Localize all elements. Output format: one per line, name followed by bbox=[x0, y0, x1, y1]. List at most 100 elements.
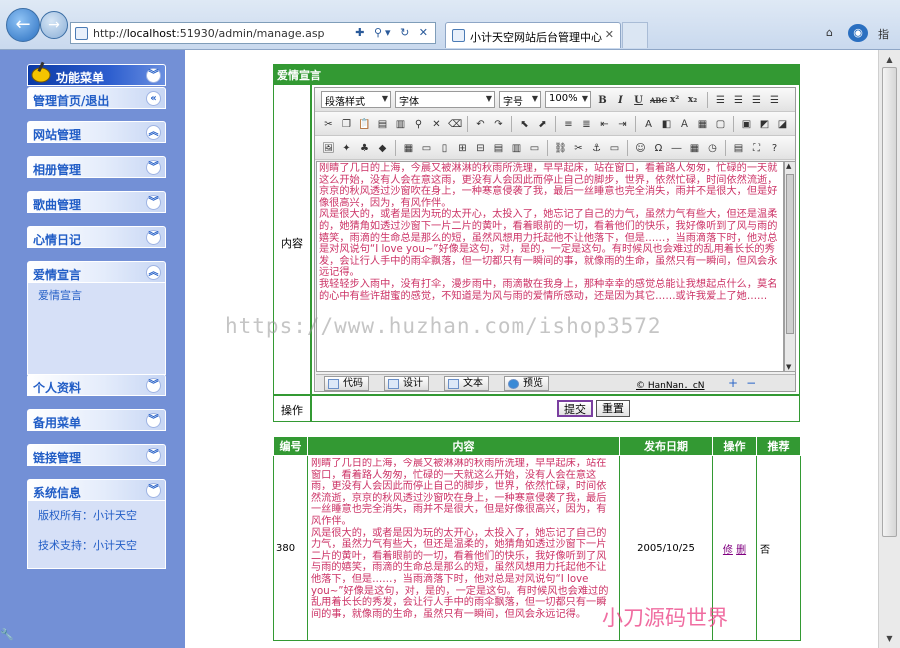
redo-icon[interactable]: ↷ bbox=[491, 116, 506, 131]
cut-icon[interactable]: ✂ bbox=[321, 116, 336, 131]
mode-design-button[interactable]: 设计 bbox=[384, 376, 429, 391]
eraser-icon[interactable]: ⌫ bbox=[447, 116, 462, 131]
align-left-icon[interactable]: ☰ bbox=[713, 92, 728, 107]
sidebar-section-songs[interactable]: 歌曲管理 ︾ bbox=[27, 191, 166, 213]
feeds-icon[interactable]: ◉ bbox=[848, 24, 868, 42]
editor-content[interactable]: 刚睛了几日的上海，今晨又被淋淋的秋雨所洗理，早早起床，站在窗口，看着路人匆匆，忙… bbox=[316, 161, 784, 372]
sidebar-section-love[interactable]: 爱情宣言 ︽ 爱情宣言 bbox=[27, 261, 166, 375]
fullscreen-icon[interactable]: ⛶ bbox=[749, 140, 764, 155]
address-bar[interactable]: http://localhost:51930/admin/manage.asp … bbox=[70, 22, 436, 44]
reset-button[interactable]: 重置 bbox=[596, 400, 630, 417]
font-size-select[interactable]: 字号 bbox=[499, 91, 541, 108]
page-scroll-thumb[interactable] bbox=[882, 67, 897, 537]
delete-icon[interactable]: ✕ bbox=[429, 116, 444, 131]
sidebar-item-love[interactable]: 爱情宣言 bbox=[28, 283, 165, 309]
submit-button[interactable]: 提交 bbox=[557, 400, 593, 417]
indent-icon[interactable]: ⇥ bbox=[615, 116, 630, 131]
chevron-down-icon[interactable]: ︾ bbox=[146, 413, 161, 428]
chevron-down-icon[interactable]: ︾ bbox=[146, 483, 161, 498]
ordered-list-icon[interactable]: ≡ bbox=[561, 116, 576, 131]
horizontal-rule-icon[interactable]: ― bbox=[669, 140, 684, 155]
chevron-left-icon[interactable]: « bbox=[146, 91, 161, 106]
bold-text-icon[interactable]: Ａ bbox=[677, 116, 692, 131]
scroll-down-icon[interactable]: ▼ bbox=[883, 632, 896, 645]
scroll-up-icon[interactable]: ▲ bbox=[883, 53, 896, 66]
undo-icon[interactable]: ↶ bbox=[473, 116, 488, 131]
italic-button[interactable]: I bbox=[613, 92, 628, 107]
sidebar-section-sysinfo[interactable]: 系统信息 ︾ 版权所有：小计天空 技术支持：小计天空 bbox=[27, 479, 166, 569]
select-all-icon[interactable]: ⬉ bbox=[517, 116, 532, 131]
bold-button[interactable]: B bbox=[595, 92, 610, 107]
strikethrough-button[interactable]: ABC bbox=[649, 92, 667, 107]
font-select[interactable]: 字体 bbox=[395, 91, 495, 108]
superscript-button[interactable]: x² bbox=[667, 92, 682, 107]
time-icon[interactable]: ◷ bbox=[705, 140, 720, 155]
special-char-icon[interactable]: Ω bbox=[651, 140, 666, 155]
paste-icon[interactable]: 📋 bbox=[357, 116, 372, 131]
split-cells-icon[interactable]: ⊟ bbox=[473, 140, 488, 155]
chevron-up-icon[interactable]: ︽ bbox=[146, 125, 161, 140]
help-icon[interactable]: ? bbox=[767, 140, 782, 155]
edit-link[interactable]: 修 bbox=[723, 545, 733, 556]
copy-icon[interactable]: ❐ bbox=[339, 116, 354, 131]
subscript-button[interactable]: x₂ bbox=[685, 92, 700, 107]
chevron-down-icon[interactable]: ︾ bbox=[146, 195, 161, 210]
insert-file-icon[interactable]: ◆ bbox=[375, 140, 390, 155]
sidebar-section-spare[interactable]: 备用菜单 ︾ bbox=[27, 409, 166, 431]
absolute-position-icon[interactable]: ▣ bbox=[739, 116, 754, 131]
chevron-down-icon[interactable]: ︾ bbox=[146, 160, 161, 175]
mode-code-button[interactable]: 代码 bbox=[324, 376, 369, 391]
insert-image-icon[interactable]: 🖼 bbox=[321, 140, 336, 155]
emoticon-icon[interactable]: ☺ bbox=[633, 140, 648, 155]
date-icon[interactable]: ▦ bbox=[687, 140, 702, 155]
find-icon[interactable]: ⚲ bbox=[411, 116, 426, 131]
paste-text-icon[interactable]: ▤ bbox=[375, 116, 390, 131]
editor-credit-link[interactable]: © HanNan．cN bbox=[636, 378, 705, 391]
align-justify-icon[interactable]: ☰ bbox=[767, 92, 782, 107]
new-tab-button[interactable] bbox=[622, 22, 648, 48]
command-label[interactable]: 指 bbox=[878, 26, 889, 42]
border-icon[interactable]: ▢ bbox=[713, 116, 728, 131]
insert-column-icon[interactable]: ▯ bbox=[437, 140, 452, 155]
sidebar-section-profile[interactable]: 个人资料 ︾ bbox=[27, 374, 166, 396]
insert-table-icon[interactable]: ▦ bbox=[401, 140, 416, 155]
tab-close-icon[interactable]: ✕ bbox=[605, 28, 614, 41]
back-button[interactable]: ← bbox=[6, 8, 40, 42]
merge-cells-icon[interactable]: ⊞ bbox=[455, 140, 470, 155]
editor-scroll-thumb[interactable] bbox=[786, 174, 794, 334]
marquee-icon[interactable]: ▭ bbox=[607, 140, 622, 155]
layer-forward-icon[interactable]: ◩ bbox=[757, 116, 772, 131]
align-right-icon[interactable]: ☰ bbox=[749, 92, 764, 107]
anchor-icon[interactable]: ⚓ bbox=[589, 140, 604, 155]
outdent-icon[interactable]: ⇤ bbox=[597, 116, 612, 131]
unselect-icon[interactable]: ⬈ bbox=[535, 116, 550, 131]
page-scrollbar[interactable]: ▲ ▼ bbox=[878, 50, 900, 648]
insert-form-icon[interactable]: ▭ bbox=[527, 140, 542, 155]
paste-word-icon[interactable]: ▥ bbox=[393, 116, 408, 131]
background-color-icon[interactable]: ◧ bbox=[659, 116, 674, 131]
zoom-select[interactable]: 100% bbox=[545, 91, 591, 108]
insert-flash-icon[interactable]: ✦ bbox=[339, 140, 354, 155]
unordered-list-icon[interactable]: ≣ bbox=[579, 116, 594, 131]
align-center-icon[interactable]: ☰ bbox=[731, 92, 746, 107]
delete-link[interactable]: 删 bbox=[736, 545, 746, 556]
layer-back-icon[interactable]: ◪ bbox=[775, 116, 790, 131]
sidebar-section-album[interactable]: 相册管理 ︾ bbox=[27, 156, 166, 178]
insert-link-icon[interactable]: ⛓ bbox=[553, 140, 568, 155]
sidebar-section-site[interactable]: 网站管理 ︽ bbox=[27, 121, 166, 143]
sidebar-section-links[interactable]: 链接管理 ︾ bbox=[27, 444, 166, 466]
chevron-down-icon[interactable]: ︾ bbox=[146, 68, 161, 83]
forward-button[interactable]: → bbox=[40, 11, 68, 39]
paragraph-style-select[interactable]: 段落样式 bbox=[321, 91, 391, 108]
format-icon[interactable]: ▦ bbox=[695, 116, 710, 131]
text-color-icon[interactable]: A bbox=[641, 116, 656, 131]
address-tools[interactable]: ✚ ⚲▾ ↻ ✕ bbox=[355, 26, 431, 39]
insert-media-icon[interactable]: ♣ bbox=[357, 140, 372, 155]
chevron-down-icon[interactable]: ︾ bbox=[146, 378, 161, 393]
address-url[interactable]: http://localhost:51930/admin/manage.asp bbox=[93, 27, 325, 40]
chevron-down-icon[interactable]: ︾ bbox=[146, 230, 161, 245]
cell-props-icon[interactable]: ▤ bbox=[491, 140, 506, 155]
chevron-up-icon[interactable]: ︽ bbox=[146, 265, 161, 280]
editor-resize-controls[interactable]: +− bbox=[728, 376, 764, 390]
sidebar-section-home[interactable]: 管理首页/退出 « bbox=[27, 87, 166, 109]
